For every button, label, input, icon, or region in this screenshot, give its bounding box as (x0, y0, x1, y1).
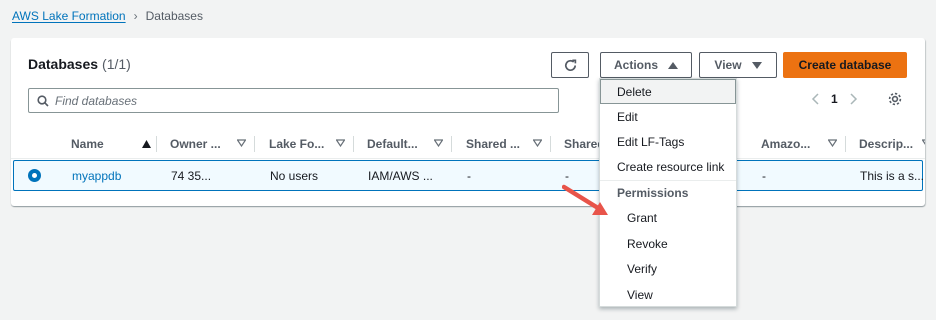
column-header-description[interactable]: Descrip... (859, 129, 925, 159)
breadcrumb: AWS Lake Formation › Databases (12, 9, 203, 23)
menu-item-verify[interactable]: Verify (600, 256, 736, 281)
amazon-cell: - (762, 168, 766, 183)
sort-icon (922, 139, 925, 145)
create-database-button[interactable]: Create database (783, 52, 907, 78)
refresh-button[interactable] (551, 52, 589, 78)
column-divider (451, 136, 452, 152)
database-name-link[interactable]: myappdb (72, 161, 121, 190)
owner-cell: 74 35... (171, 168, 212, 183)
caret-down-icon (751, 61, 762, 69)
menu-item-delete[interactable]: Delete (600, 79, 736, 104)
pagination: 1 (811, 92, 858, 106)
sort-icon (434, 139, 443, 147)
column-header-owner[interactable]: Owner ... (170, 129, 254, 159)
settings-button[interactable] (887, 91, 903, 112)
column-divider (353, 136, 354, 152)
row-select-radio[interactable] (28, 169, 41, 182)
annotation-arrow-icon (562, 184, 608, 215)
column-label: Amazo... (761, 137, 811, 151)
page-title: Databases (1/1) (28, 56, 131, 72)
column-header-shared-1[interactable]: Shared ... (466, 129, 550, 159)
chevron-left-icon[interactable] (811, 93, 821, 105)
column-label: Default... (367, 137, 418, 151)
column-label: Owner ... (170, 137, 221, 151)
column-divider (845, 136, 846, 152)
page-number[interactable]: 1 (831, 92, 838, 106)
menu-item-view[interactable]: View (600, 282, 736, 307)
chevron-right-icon[interactable] (848, 93, 858, 105)
menu-item-revoke[interactable]: Revoke (600, 231, 736, 256)
column-header-default[interactable]: Default... (367, 129, 451, 159)
menu-item-grant[interactable]: Grant (600, 205, 736, 230)
lake-formation-cell: No users (270, 168, 319, 183)
menu-item-edit-lf-tags[interactable]: Edit LF-Tags (600, 129, 736, 154)
sort-icon (533, 139, 542, 147)
column-divider (254, 136, 255, 152)
column-header-lake-formation[interactable]: Lake Fo... (269, 129, 353, 159)
column-header-amazon[interactable]: Amazo... (761, 129, 845, 159)
table-row[interactable]: myappdb 74 35... No users IAM/AWS ... - … (13, 160, 925, 191)
column-label: Descrip... (859, 137, 914, 151)
search-icon (37, 94, 49, 107)
column-label: Lake Fo... (269, 137, 325, 151)
default-cell: IAM/AWS ... (368, 168, 433, 183)
column-header-name[interactable]: Name (71, 129, 155, 159)
actions-button[interactable]: Actions (600, 52, 692, 78)
column-divider (156, 136, 157, 152)
actions-dropdown-menu: Delete Edit Edit LF-Tags Create resource… (599, 78, 737, 307)
menu-group-permissions: Permissions (600, 180, 736, 205)
sort-icon (336, 139, 345, 147)
search-input[interactable] (55, 93, 535, 108)
description-cell: This is a s... (860, 168, 925, 183)
chevron-right-icon: › (133, 9, 138, 23)
table-header: Name Owner ... Lake Fo... Default... Sha… (11, 129, 925, 159)
panel-count: (1/1) (102, 56, 131, 72)
menu-item-create-resource-link[interactable]: Create resource link (600, 154, 736, 179)
search-field[interactable] (28, 88, 559, 113)
breadcrumb-current: Databases (145, 9, 203, 23)
gear-icon (888, 92, 902, 106)
column-label: Shared ... (466, 137, 521, 151)
sort-icon (237, 139, 246, 147)
databases-panel: Databases (1/1) Actions View Create datab… (11, 38, 925, 206)
sort-ascending-icon (142, 140, 151, 148)
breadcrumb-lake-formation-link[interactable]: AWS Lake Formation (12, 9, 126, 23)
menu-item-edit[interactable]: Edit (600, 104, 736, 129)
view-label: View (714, 58, 742, 72)
caret-up-icon (668, 61, 678, 69)
actions-label: Actions (613, 58, 658, 72)
refresh-icon (564, 59, 576, 71)
column-label: Name (71, 137, 104, 151)
shared-cell: - (467, 168, 471, 183)
panel-title-text: Databases (28, 56, 99, 72)
sort-icon (828, 139, 837, 147)
view-button[interactable]: View (699, 52, 777, 78)
column-divider (550, 136, 551, 152)
